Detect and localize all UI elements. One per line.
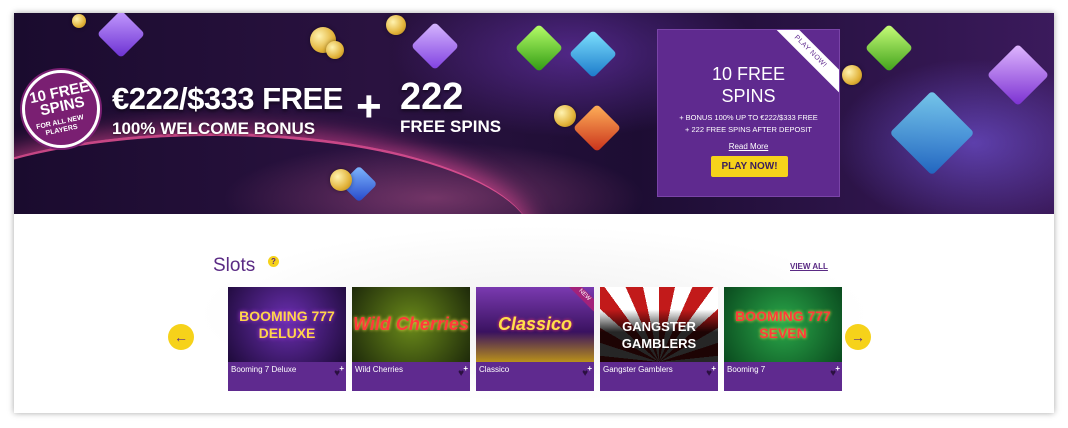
game-thumbnail: GANGSTER GAMBLERS xyxy=(600,287,718,362)
add-icon[interactable]: + xyxy=(835,364,840,373)
free-spins-count: 222 xyxy=(400,76,464,118)
green-gem-icon xyxy=(514,23,564,73)
promo-box: PLAY NOW! 10 FREE SPINS + BONUS 100% UP … xyxy=(657,29,840,197)
purple-gem-icon xyxy=(410,21,460,71)
coin-icon xyxy=(72,14,86,28)
promo-title-line1: 10 FREE xyxy=(711,64,786,84)
game-art-text: BOOMING 777 DELUXE xyxy=(239,307,335,341)
help-icon[interactable]: ? xyxy=(268,256,279,267)
promo-info-line2: + 222 FREE SPINS AFTER DEPOSIT xyxy=(685,125,812,134)
coin-icon xyxy=(330,169,352,191)
game-name: Wild Cherries xyxy=(355,365,404,374)
blue-gem-icon xyxy=(889,90,975,176)
promo-info: + BONUS 100% UP TO €222/$333 FREE + 222 … xyxy=(658,112,839,136)
free-spins-badge: 10 FREE SPINS FOR ALL NEW PLAYERS xyxy=(22,70,100,148)
add-icon[interactable]: + xyxy=(711,364,716,373)
blue-gem-icon xyxy=(568,29,618,79)
game-card-classico[interactable]: Classico NEW Classico ♥ + xyxy=(476,287,594,391)
bonus-headline: €222/$333 FREE 100% WELCOME BONUS xyxy=(112,81,343,139)
coin-icon xyxy=(554,105,576,127)
game-name: Gangster Gamblers xyxy=(603,365,673,374)
bonus-amount: €222/$333 FREE xyxy=(112,81,343,116)
coin-icon xyxy=(386,15,406,35)
game-card-booming-7[interactable]: BOOMING 777 SEVEN Booming 7 ♥ + xyxy=(724,287,842,391)
free-spins-headline: 222 FREE SPINS xyxy=(400,77,501,137)
view-all-link[interactable]: VIEW ALL xyxy=(790,262,828,271)
hero-banner[interactable]: 10 FREE SPINS FOR ALL NEW PLAYERS €222/$… xyxy=(14,13,1054,214)
add-icon[interactable]: + xyxy=(463,364,468,373)
game-art-text: Wild Cherries xyxy=(353,314,469,334)
prev-arrow-icon[interactable]: ← xyxy=(168,324,194,350)
free-spins-label: FREE SPINS xyxy=(400,117,502,136)
purple-gem-icon xyxy=(986,43,1050,107)
game-card-gangster-gamblers[interactable]: GANGSTER GAMBLERS Gangster Gamblers ♥ + xyxy=(600,287,718,391)
green-gem-icon xyxy=(864,23,914,73)
next-arrow-icon[interactable]: → xyxy=(845,324,871,350)
game-name: Classico xyxy=(479,365,510,374)
read-more-link[interactable]: Read More xyxy=(658,142,839,151)
game-card-booming-7-deluxe[interactable]: BOOMING 777 DELUXE Booming 7 Deluxe ♥ + xyxy=(228,287,346,391)
planet-glow xyxy=(14,133,534,214)
game-art-text: BOOMING 777 SEVEN xyxy=(735,307,831,341)
game-art-text: GANGSTER GAMBLERS xyxy=(600,287,718,362)
purple-gem-icon xyxy=(96,13,146,59)
plus-sign: + xyxy=(356,82,382,131)
game-name: Booming 7 xyxy=(727,365,766,374)
add-icon[interactable]: + xyxy=(339,364,344,373)
game-name: Booming 7 Deluxe xyxy=(231,365,297,374)
add-icon[interactable]: + xyxy=(587,364,592,373)
game-card-wild-cherries[interactable]: Wild Cherries Wild Cherries ♥ + xyxy=(352,287,470,391)
play-now-button[interactable]: PLAY NOW! xyxy=(711,156,788,177)
promo-title: 10 FREE SPINS xyxy=(658,63,839,107)
game-thumbnail: Classico NEW xyxy=(476,287,594,362)
promo-title-line2: SPINS xyxy=(721,86,776,106)
slots-title: Slots xyxy=(213,255,256,276)
game-thumbnail: Wild Cherries xyxy=(352,287,470,362)
game-thumbnail: BOOMING 777 SEVEN xyxy=(724,287,842,362)
game-thumbnail: BOOMING 777 DELUXE xyxy=(228,287,346,362)
orange-gem-icon xyxy=(572,103,622,153)
coin-icon xyxy=(842,65,862,85)
promo-info-line1: + BONUS 100% UP TO €222/$333 FREE xyxy=(679,113,818,122)
welcome-bonus-label: 100% WELCOME BONUS xyxy=(112,119,316,138)
coin-icon xyxy=(326,41,344,59)
game-art-text: Classico xyxy=(497,314,573,334)
